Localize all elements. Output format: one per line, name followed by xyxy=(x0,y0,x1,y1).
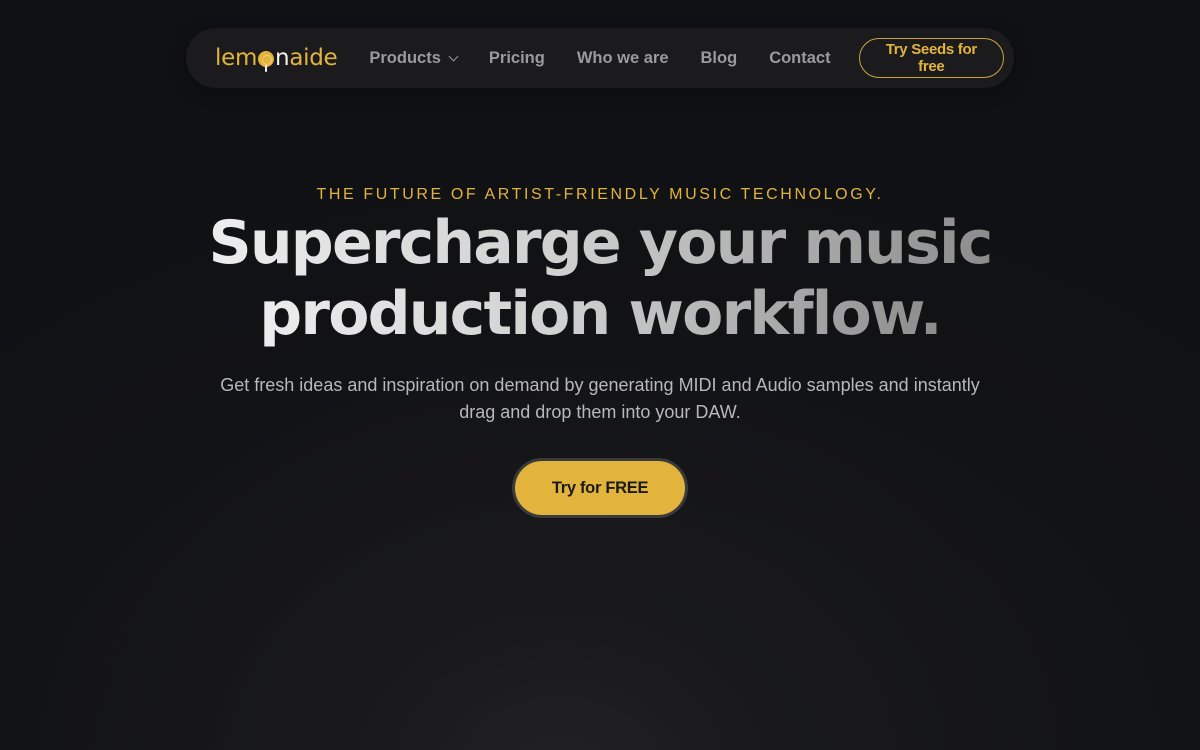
top-navigation: lem n aide Products Pricing Who we are B… xyxy=(186,28,1014,88)
hero-headline: Supercharge your music production workfl… xyxy=(0,208,1200,350)
nav-link-products[interactable]: Products xyxy=(369,48,459,68)
headline-line-2: production workflow. xyxy=(259,279,942,349)
try-seeds-button[interactable]: Try Seeds for free xyxy=(858,38,1004,78)
nav-link-pricing[interactable]: Pricing xyxy=(489,49,545,68)
cta-ring: Try for FREE xyxy=(512,458,688,518)
chevron-down-icon xyxy=(448,51,459,61)
hero-eyebrow: THE FUTURE OF ARTIST-FRIENDLY MUSIC TECH… xyxy=(316,186,884,203)
lemon-icon xyxy=(258,51,275,72)
nav-link-blog[interactable]: Blog xyxy=(701,49,738,68)
logo-text-lem: lem xyxy=(215,45,258,71)
nav-link-contact[interactable]: Contact xyxy=(769,49,830,68)
nav-link-products-label: Products xyxy=(369,48,441,67)
try-for-free-button[interactable]: Try for FREE xyxy=(515,461,685,515)
headline-line-1: Supercharge your music xyxy=(208,208,993,278)
logo[interactable]: lem n aide xyxy=(215,43,338,73)
hero-subtitle: Get fresh ideas and inspiration on deman… xyxy=(220,375,980,422)
nav-links: Products Pricing Who we are Blog Contact xyxy=(369,49,862,68)
logo-text-aide: aide xyxy=(289,45,338,71)
nav-link-who-we-are[interactable]: Who we are xyxy=(577,49,669,68)
logo-text-n: n xyxy=(275,45,290,71)
